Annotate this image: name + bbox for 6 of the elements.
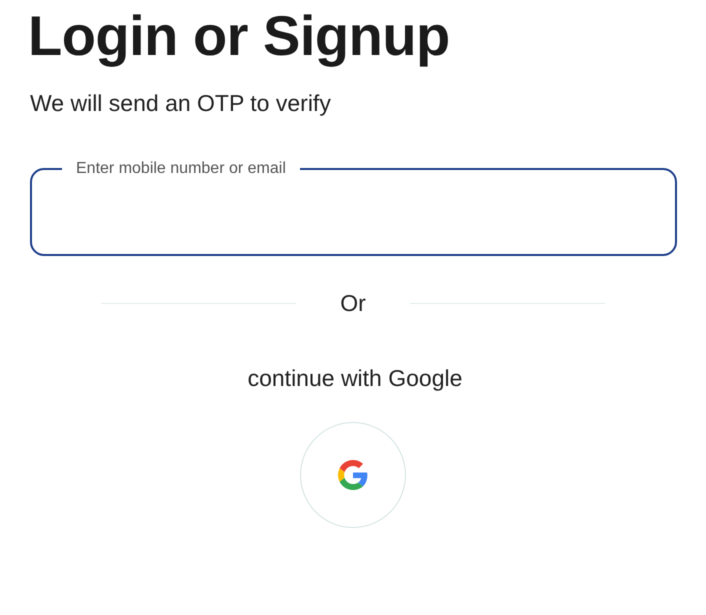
subtitle: We will send an OTP to verify (30, 89, 332, 118)
input-field[interactable]: Enter mobile number or email (30, 160, 677, 256)
social-login-label: continue with Google (248, 365, 462, 392)
google-icon (338, 460, 368, 490)
page-title: Login or Signup (28, 4, 451, 68)
divider-label: Or (340, 290, 366, 317)
